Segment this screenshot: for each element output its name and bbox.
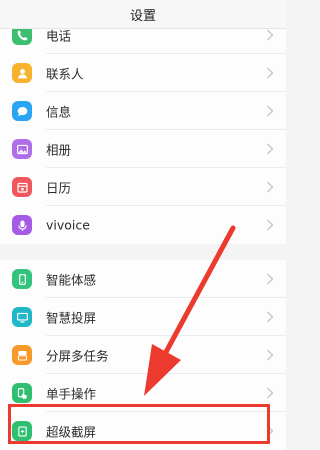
split-screen-icon — [12, 345, 32, 365]
chevron-right-icon — [266, 143, 274, 155]
settings-item-one-hand[interactable]: 单手操作 — [0, 374, 286, 412]
chevron-right-icon — [266, 105, 274, 117]
settings-item-label: 单手操作 — [46, 386, 97, 402]
calendar-icon — [12, 177, 32, 197]
chevron-right-icon — [266, 387, 274, 399]
settings-item-label: 相册 — [46, 142, 72, 158]
message-icon — [12, 101, 32, 121]
chevron-right-icon — [266, 219, 274, 231]
settings-item-label: 分屏多任务 — [46, 348, 109, 364]
chevron-right-icon — [266, 311, 274, 323]
chevron-right-icon — [266, 349, 274, 361]
motion-icon — [12, 269, 32, 289]
settings-item-label: 超级截屏 — [46, 424, 97, 440]
settings-item-label: 智慧投屏 — [46, 310, 97, 326]
screenshot-icon — [12, 421, 32, 441]
features-settings-group: 智能体感 智慧投屏 分屏多任务 单手操作 超级截屏 — [0, 260, 286, 450]
settings-item-label: 智能体感 — [46, 272, 97, 288]
settings-item-calendar[interactable]: 日历 — [0, 168, 286, 206]
title-bar: 设置 — [0, 0, 286, 29]
settings-item-screencast[interactable]: 智慧投屏 — [0, 298, 286, 336]
album-icon — [12, 139, 32, 159]
settings-item-album[interactable]: 相册 — [0, 130, 286, 168]
chevron-right-icon — [266, 67, 274, 79]
screencast-icon — [12, 307, 32, 327]
contacts-icon — [12, 63, 32, 83]
settings-item-messages[interactable]: 信息 — [0, 92, 286, 130]
chevron-right-icon — [266, 29, 274, 41]
settings-item-label: vivoice — [46, 217, 90, 233]
chevron-right-icon — [266, 425, 274, 437]
page-title: 设置 — [129, 8, 156, 24]
settings-item-vivoice[interactable]: vivoice — [0, 206, 286, 244]
chevron-right-icon — [266, 181, 274, 193]
settings-item-label: 日历 — [46, 180, 72, 196]
chevron-right-icon — [266, 273, 274, 285]
settings-item-label: 信息 — [46, 104, 72, 120]
settings-item-contacts[interactable]: 联系人 — [0, 54, 286, 92]
mic-icon — [12, 215, 32, 235]
apps-settings-group: 电话 联系人 信息 相册 日历 vivoice — [0, 16, 286, 244]
one-hand-icon — [12, 383, 32, 403]
settings-item-split-screen[interactable]: 分屏多任务 — [0, 336, 286, 374]
settings-item-smart-motion[interactable]: 智能体感 — [0, 260, 286, 298]
settings-item-label: 联系人 — [46, 66, 84, 82]
settings-item-super-screenshot[interactable]: 超级截屏 — [0, 412, 286, 450]
